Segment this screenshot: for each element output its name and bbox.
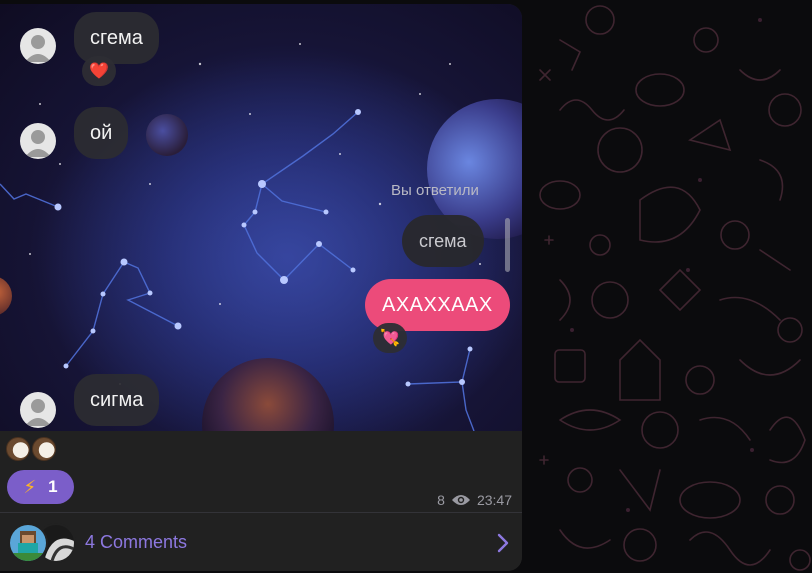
default-user-icon xyxy=(25,130,51,157)
lightning-icon: ⚡ xyxy=(23,476,37,497)
channel-post-card: сгема ❤️ ой Вы ответили сгема АХАХХААХ 💘… xyxy=(0,4,522,571)
view-count: 8 xyxy=(437,492,445,508)
post-caption-emoji xyxy=(6,437,56,461)
message-reaction[interactable]: ❤️ xyxy=(82,56,116,86)
default-user-icon xyxy=(25,399,51,426)
message-bubble[interactable]: сгема xyxy=(74,12,159,64)
coconut-icon xyxy=(32,437,56,461)
coconut-icon xyxy=(6,437,30,461)
post-meta: 8 23:47 xyxy=(437,492,512,508)
message-bubble[interactable]: сигма xyxy=(74,374,160,426)
comments-button[interactable]: 4 Comments xyxy=(0,513,522,571)
post-time: 23:47 xyxy=(476,492,512,508)
reaction-count: 1 xyxy=(48,477,58,496)
reply-label: Вы ответили xyxy=(391,182,479,199)
heart-arrow-icon: 💘 xyxy=(380,330,400,347)
message-bubble[interactable]: ой xyxy=(74,107,129,159)
avatar[interactable] xyxy=(20,28,56,64)
default-user-icon xyxy=(25,35,51,62)
reaction-button[interactable]: ⚡ 1 xyxy=(7,470,74,504)
commenter-avatar xyxy=(8,523,48,563)
post-footer: ⚡ 1 8 23:47 4 Comments xyxy=(0,431,522,571)
heart-icon: ❤️ xyxy=(89,63,109,80)
post-media-screenshot[interactable]: сгема ❤️ ой Вы ответили сгема АХАХХААХ 💘… xyxy=(0,4,522,431)
message-reaction[interactable]: 💘 xyxy=(373,323,407,353)
chevron-right-icon xyxy=(497,533,509,553)
eye-icon xyxy=(451,495,470,505)
reply-quote-bubble[interactable]: сгема xyxy=(402,215,484,267)
scrollbar[interactable] xyxy=(505,218,510,272)
avatar[interactable] xyxy=(20,392,56,428)
comments-label: 4 Comments xyxy=(85,532,188,552)
avatar[interactable] xyxy=(20,123,56,159)
